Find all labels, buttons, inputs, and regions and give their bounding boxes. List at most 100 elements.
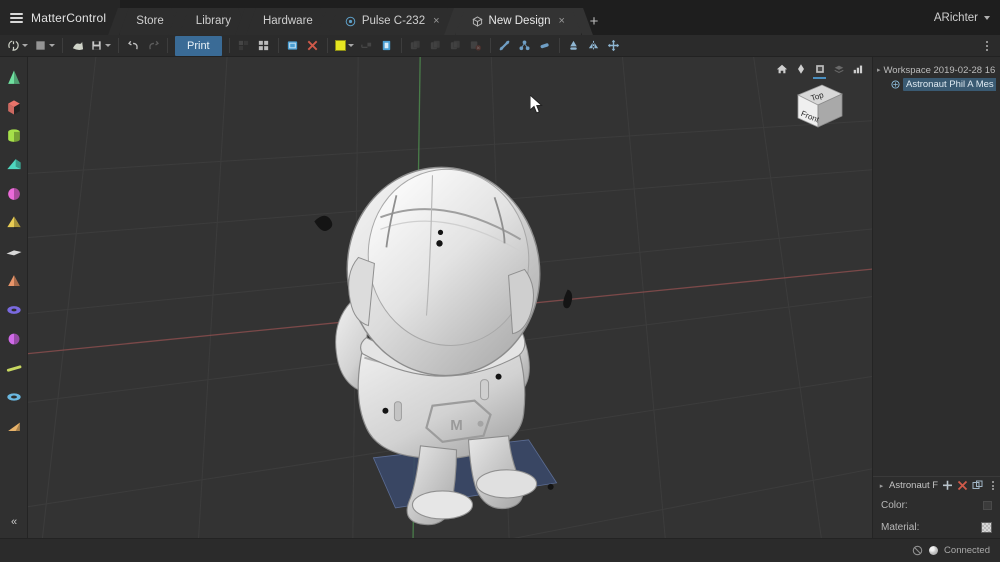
torus-shape[interactable]	[0, 295, 28, 324]
delete-icon[interactable]	[303, 36, 323, 56]
chevron-down-icon[interactable]	[49, 44, 55, 47]
open-file-icon[interactable]	[67, 36, 87, 56]
toolbar-separator	[167, 38, 168, 53]
properties-overflow-kebab-icon[interactable]	[992, 481, 995, 490]
tab-label: Library	[195, 15, 231, 27]
printer-icon	[345, 16, 356, 27]
cylinder-shape[interactable]	[0, 121, 28, 150]
title-bar: MatterControl Store Library Hardware Pulse …	[0, 0, 1000, 35]
toolbar-separator	[62, 38, 63, 53]
print-button-label: Print	[187, 39, 210, 52]
material-swatch[interactable]	[981, 521, 992, 533]
right-panel: ▸ Workspace 2019-02-28 16, Astronaut Phi…	[872, 57, 1000, 538]
tab-new-design[interactable]: New Design ×	[455, 8, 581, 35]
tab-hardware[interactable]: Hardware	[246, 8, 329, 35]
cone-shape[interactable]	[0, 63, 28, 92]
layers-view-button	[830, 61, 847, 77]
perspective-view-button[interactable]	[792, 61, 809, 77]
box-shape[interactable]	[0, 92, 28, 121]
bottom-bar: Connected	[0, 538, 1000, 562]
print-button[interactable]: Print	[175, 35, 222, 56]
app-brand[interactable]: MatterControl	[0, 0, 121, 35]
cone2-shape[interactable]	[0, 266, 28, 295]
material-property-label: Material:	[881, 521, 920, 533]
hamburger-icon[interactable]	[10, 12, 23, 23]
rail-collapse-button[interactable]: «	[0, 512, 28, 532]
bed-view-icon[interactable]	[31, 36, 58, 56]
ring-shape[interactable]	[0, 382, 28, 411]
tab-bar: Store Library Hardware Pulse C-232 × New Desi…	[120, 0, 607, 35]
3d-viewport[interactable]: M Top Front	[28, 57, 872, 538]
align-icon[interactable]	[564, 36, 584, 56]
color-swatch[interactable]	[983, 500, 992, 510]
wedge-shape[interactable]	[0, 150, 28, 179]
toolbar-separator	[558, 38, 560, 53]
chevron-right-icon[interactable]: ▸	[877, 66, 881, 74]
home-view-button[interactable]	[773, 61, 790, 77]
toolbar-separator	[326, 38, 328, 53]
chevron-down-icon[interactable]	[105, 44, 111, 47]
chevron-down-icon[interactable]	[22, 44, 28, 47]
cube-icon	[471, 16, 483, 27]
mesh-icon	[891, 79, 900, 89]
tree-child-row[interactable]: Astronaut Phil A Mes	[877, 77, 996, 91]
add-primitive-icon[interactable]	[283, 36, 303, 56]
printer-off-icon[interactable]	[912, 545, 923, 556]
scene-tree: ▸ Workspace 2019-02-28 16, Astronaut Phi…	[873, 57, 1000, 91]
tab-close-icon[interactable]: ×	[559, 8, 565, 35]
sync-settings-icon[interactable]	[4, 36, 31, 56]
subtract-icon[interactable]	[515, 36, 535, 56]
move-object-icon[interactable]	[942, 480, 953, 491]
tree-root-row[interactable]: ▸ Workspace 2019-02-28 16,	[877, 63, 996, 77]
combine-icon[interactable]	[495, 36, 515, 56]
sphere-shape[interactable]	[0, 179, 28, 208]
ramp-shape[interactable]	[0, 411, 28, 440]
model-view-button[interactable]	[811, 61, 828, 79]
properties-expander-icon[interactable]: ▸	[878, 482, 885, 490]
view-controls	[773, 61, 866, 79]
toolbar-separator	[118, 38, 119, 53]
bottom-left-filler	[0, 538, 903, 562]
replace-object-icon[interactable]	[972, 480, 983, 491]
layout-grid-icon[interactable]	[254, 36, 274, 56]
material-property-row[interactable]: Material:	[873, 516, 1000, 538]
intersect-icon[interactable]	[535, 36, 555, 56]
color-property-row[interactable]: Color:	[873, 494, 1000, 516]
sphere2-shape[interactable]	[0, 324, 28, 353]
tab-label: Pulse C-232	[361, 15, 426, 27]
gcode-view-button[interactable]	[849, 61, 866, 77]
toolbar-right	[978, 40, 996, 51]
primitives-rail: «	[0, 57, 28, 538]
toolbar-separator	[400, 38, 402, 53]
chevron-down-icon	[984, 15, 990, 20]
workspace-body: « M Top Front ▸ Workspace 2019-02-28 16,…	[0, 57, 1000, 538]
material-color-swatch[interactable]	[332, 36, 357, 56]
mirror-icon[interactable]	[584, 36, 604, 56]
toolbar-overflow-kebab-icon[interactable]	[978, 40, 996, 51]
pyramid-shape[interactable]	[0, 208, 28, 237]
3d-scene: M	[28, 57, 872, 538]
move-icon[interactable]	[604, 36, 624, 56]
chevron-down-icon[interactable]	[347, 44, 354, 47]
plane-shape[interactable]	[0, 237, 28, 266]
rod-shape[interactable]	[0, 353, 28, 382]
remove-icon	[466, 36, 486, 56]
undo-icon[interactable]	[123, 36, 143, 56]
tree-root-label: Workspace 2019-02-28 16,	[883, 64, 996, 76]
remove-object-icon[interactable]	[957, 480, 968, 491]
tab-close-icon[interactable]: ×	[433, 8, 439, 35]
color-property-label: Color:	[881, 499, 908, 511]
support-icon[interactable]	[377, 36, 397, 56]
account-menu[interactable]: ARichter	[934, 0, 990, 35]
paste-icon	[446, 36, 466, 56]
status-sphere-icon	[929, 546, 939, 555]
tab-pulse-c-232[interactable]: Pulse C-232 ×	[328, 8, 456, 35]
redo-icon	[143, 36, 163, 56]
view-cube[interactable]: Top Front	[788, 77, 848, 137]
tree-child-label: Astronaut Phil A Mes	[903, 77, 996, 91]
properties-title: Astronaut F	[889, 480, 939, 491]
scale-icon	[357, 36, 377, 56]
account-name: ARichter	[933, 11, 978, 24]
save-icon[interactable]	[87, 36, 114, 56]
arrange-all-icon	[234, 36, 254, 56]
